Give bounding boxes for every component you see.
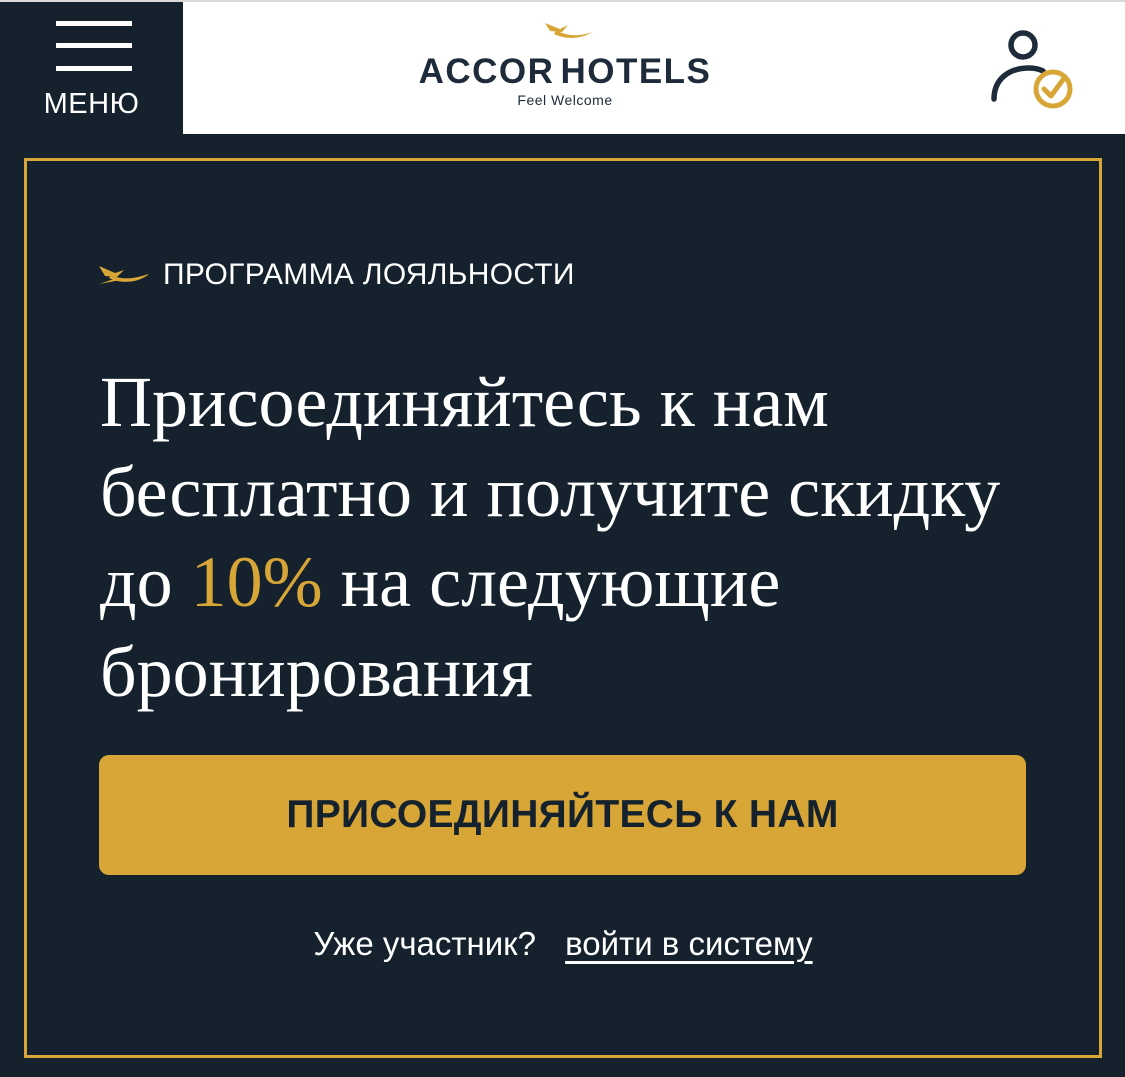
user-check-icon[interactable] xyxy=(985,24,1081,114)
promo-headline: Присоединяйтесь к нам бесплатно и получи… xyxy=(100,357,1060,717)
logo-wordmark-part1: ACCOR xyxy=(418,52,555,91)
logo-wordmark-part2: HOTELS xyxy=(560,52,712,91)
login-link[interactable]: войти в систему xyxy=(565,925,812,962)
member-login-line: Уже участник? войти в систему xyxy=(27,925,1099,963)
eyebrow-label: ПРОГРАММА ЛОЯЛЬНОСТИ xyxy=(163,258,575,291)
loyalty-eyebrow: ПРОГРАММА ЛОЯЛЬНОСТИ xyxy=(99,255,575,295)
accorhotels-logo[interactable]: ACCOR HOTELS Feel Welcome xyxy=(410,20,720,112)
menu-button[interactable]: МЕНЮ xyxy=(0,2,183,136)
join-button[interactable]: ПРИСОЕДИНЯЙТЕСЬ К НАМ xyxy=(99,755,1026,875)
bird-logo-icon xyxy=(545,23,592,38)
member-question: Уже участник? xyxy=(313,925,536,962)
loyalty-promo-card: ПРОГРАММА ЛОЯЛЬНОСТИ Присоединяйтесь к н… xyxy=(24,158,1102,1058)
hamburger-icon xyxy=(56,21,132,71)
menu-label: МЕНЮ xyxy=(43,88,140,120)
bird-icon xyxy=(99,266,148,284)
logo-tagline: Feel Welcome xyxy=(517,92,613,108)
logo-wordmark: ACCOR HOTELS xyxy=(410,52,720,92)
top-header: МЕНЮ ACCOR HOTELS Feel Welcome xyxy=(0,0,1125,136)
headline-discount: 10% xyxy=(190,542,323,622)
